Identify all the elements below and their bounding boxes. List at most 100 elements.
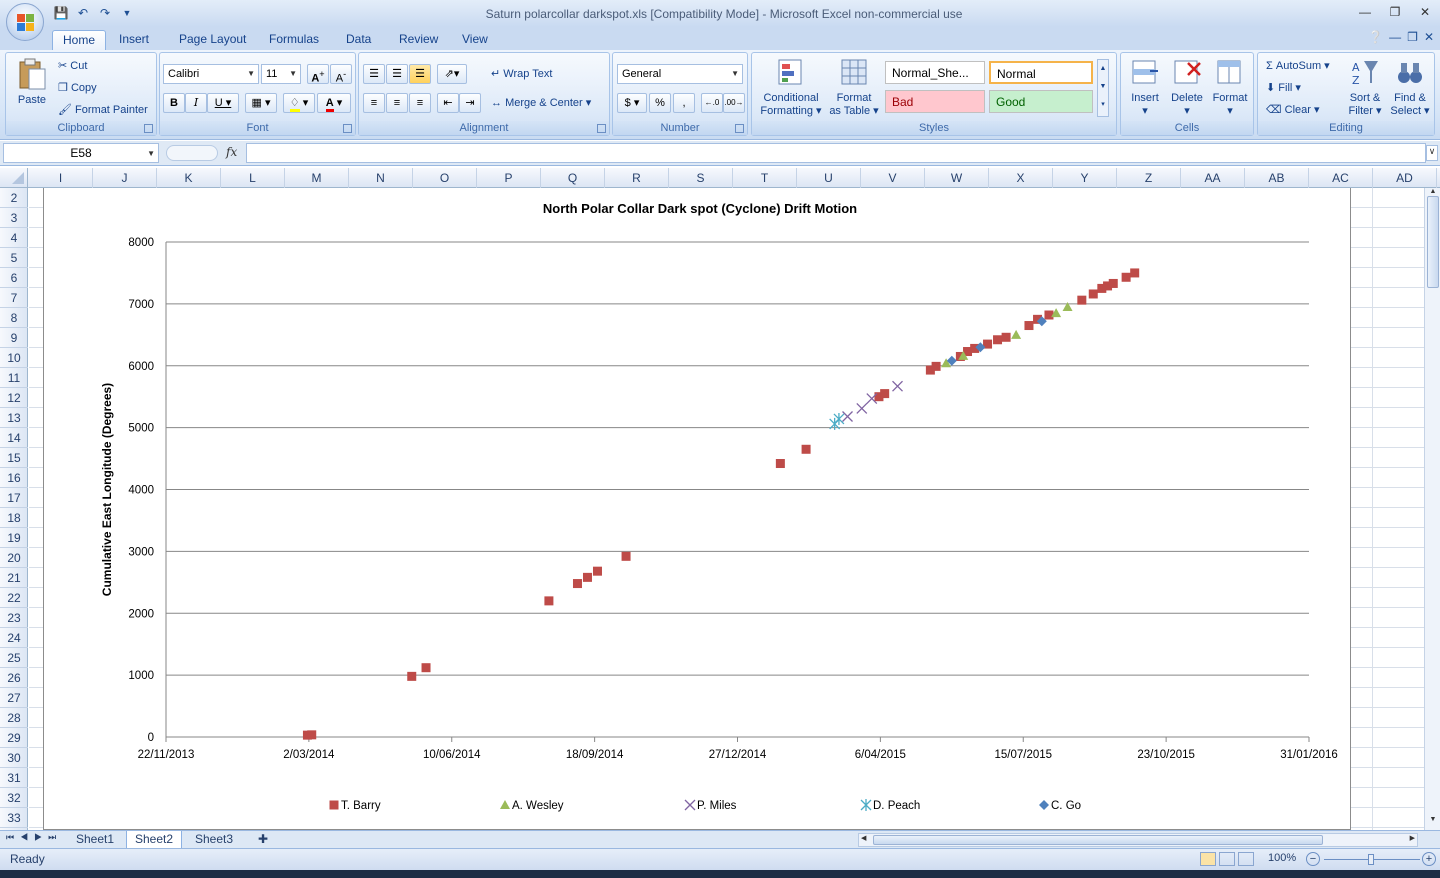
column-header-W[interactable]: W (925, 168, 989, 188)
column-header-AB[interactable]: AB (1245, 168, 1309, 188)
page-break-view-icon[interactable] (1238, 852, 1254, 866)
insert-cells-button[interactable]: Insert ▾ (1125, 57, 1165, 117)
font-launcher-icon[interactable] (343, 124, 352, 133)
maximize-icon[interactable]: ❐ (1380, 2, 1410, 22)
office-button[interactable] (6, 3, 44, 41)
column-header-Y[interactable]: Y (1053, 168, 1117, 188)
decrease-indent-icon[interactable]: ⇤ (437, 93, 459, 113)
align-left-icon[interactable]: ≡ (363, 93, 385, 113)
row-header-28[interactable]: 28 (0, 708, 28, 728)
column-header-AC[interactable]: AC (1309, 168, 1373, 188)
font-color-button[interactable]: A ▾ (317, 93, 351, 113)
tab-data[interactable]: Data (336, 30, 381, 50)
column-header-S[interactable]: S (669, 168, 733, 188)
vertical-scrollbar[interactable]: ▲ ▼ (1424, 188, 1440, 830)
clipboard-launcher-icon[interactable] (144, 124, 153, 133)
sheet-tab-2[interactable]: Sheet2 (126, 831, 183, 849)
shrink-font-button[interactable]: A- (330, 64, 352, 85)
format-as-table-button[interactable]: Format as Table ▾ (826, 57, 882, 117)
tab-formulas[interactable]: Formulas (259, 30, 329, 50)
decrease-decimal-icon[interactable]: .00→ (723, 93, 745, 113)
horizontal-scroll-thumb[interactable] (873, 835, 1323, 845)
row-header-9[interactable]: 9 (0, 328, 28, 348)
zoom-thumb[interactable] (1368, 854, 1374, 865)
sheet-tab-1[interactable]: Sheet1 (68, 831, 122, 849)
row-header-19[interactable]: 19 (0, 528, 28, 548)
row-header-21[interactable]: 21 (0, 568, 28, 588)
increase-indent-icon[interactable]: ⇥ (459, 93, 481, 113)
normal-view-icon[interactable] (1200, 852, 1216, 866)
row-header-3[interactable]: 3 (0, 208, 28, 228)
row-header-11[interactable]: 11 (0, 368, 28, 388)
column-header-R[interactable]: R (605, 168, 669, 188)
tab-insert[interactable]: Insert (109, 30, 159, 50)
tab-view[interactable]: View (452, 30, 498, 50)
row-header-31[interactable]: 31 (0, 768, 28, 788)
font-name-combo[interactable]: Calibri ▼ (163, 64, 259, 84)
row-header-32[interactable]: 32 (0, 788, 28, 808)
row-header-16[interactable]: 16 (0, 468, 28, 488)
bold-button[interactable]: B (163, 93, 185, 113)
scroll-down-icon[interactable]: ▼ (1426, 816, 1440, 830)
conditional-formatting-button[interactable]: Conditional Formatting ▾ (758, 57, 824, 117)
style-normal-sheet[interactable]: Normal_She... (885, 61, 985, 84)
column-header-AD[interactable]: AD (1373, 168, 1437, 188)
ribbon-restore-icon[interactable]: ❐ (1407, 30, 1418, 44)
insert-sheet-icon[interactable]: ✚ (250, 831, 276, 849)
help-icon[interactable]: ❔ (1368, 30, 1383, 44)
horizontal-scrollbar[interactable]: ◀ ▶ (858, 833, 1418, 847)
increase-decimal-icon[interactable]: ←.0 (701, 93, 723, 113)
row-header-29[interactable]: 29 (0, 728, 28, 748)
font-size-combo[interactable]: 11 ▼ (261, 64, 301, 84)
row-header-13[interactable]: 13 (0, 408, 28, 428)
column-header-O[interactable]: O (413, 168, 477, 188)
minimize-icon[interactable]: — (1350, 2, 1380, 22)
row-header-17[interactable]: 17 (0, 488, 28, 508)
column-header-K[interactable]: K (157, 168, 221, 188)
row-header-30[interactable]: 30 (0, 748, 28, 768)
row-header-14[interactable]: 14 (0, 428, 28, 448)
align-middle-icon[interactable]: ☰ (386, 64, 408, 84)
column-header-AA[interactable]: AA (1181, 168, 1245, 188)
row-header-22[interactable]: 22 (0, 588, 28, 608)
number-launcher-icon[interactable] (735, 124, 744, 133)
zoom-out-icon[interactable]: − (1306, 852, 1320, 866)
fill-button[interactable]: ⬇ Fill ▾ (1266, 81, 1301, 94)
zoom-in-icon[interactable]: + (1422, 852, 1436, 866)
column-header-Q[interactable]: Q (541, 168, 605, 188)
percent-icon[interactable]: % (649, 93, 671, 113)
column-header-J[interactable]: J (93, 168, 157, 188)
scroll-left-icon[interactable]: ◀ (861, 834, 866, 842)
row-header-6[interactable]: 6 (0, 268, 28, 288)
tab-home[interactable]: Home (52, 30, 107, 50)
row-header-18[interactable]: 18 (0, 508, 28, 528)
merge-center-button[interactable]: ↔ Merge & Center ▾ (491, 96, 591, 109)
formula-input[interactable] (246, 143, 1426, 163)
style-bad[interactable]: Bad (885, 90, 985, 113)
align-top-icon[interactable]: ☰ (363, 64, 385, 84)
row-header-5[interactable]: 5 (0, 248, 28, 268)
styles-gallery-scroll[interactable]: ▲ ▼ ▾ (1097, 59, 1109, 117)
comma-icon[interactable]: , (673, 93, 695, 113)
number-format-combo[interactable]: General ▼ (617, 64, 743, 84)
column-header-X[interactable]: X (989, 168, 1053, 188)
row-header-8[interactable]: 8 (0, 308, 28, 328)
insert-function-button[interactable]: fx (226, 145, 237, 159)
column-header-L[interactable]: L (221, 168, 285, 188)
row-header-24[interactable]: 24 (0, 628, 28, 648)
row-header-10[interactable]: 10 (0, 348, 28, 368)
align-right-icon[interactable]: ≡ (409, 93, 431, 113)
column-header-Z[interactable]: Z (1117, 168, 1181, 188)
row-header-27[interactable]: 27 (0, 688, 28, 708)
underline-button[interactable]: U ▾ (207, 93, 239, 113)
align-center-icon[interactable]: ≡ (386, 93, 408, 113)
cut-button[interactable]: ✂ Cut (58, 59, 87, 72)
scroll-right-icon[interactable]: ▶ (1410, 834, 1415, 842)
wrap-text-button[interactable]: ↵ Wrap Text (491, 67, 552, 80)
paste-button[interactable]: Paste (14, 57, 50, 107)
column-header-T[interactable]: T (733, 168, 797, 188)
row-header-12[interactable]: 12 (0, 388, 28, 408)
column-header-P[interactable]: P (477, 168, 541, 188)
ribbon-minimize-icon[interactable]: — (1389, 30, 1401, 44)
clear-button[interactable]: ⌫ Clear ▾ (1266, 103, 1320, 116)
